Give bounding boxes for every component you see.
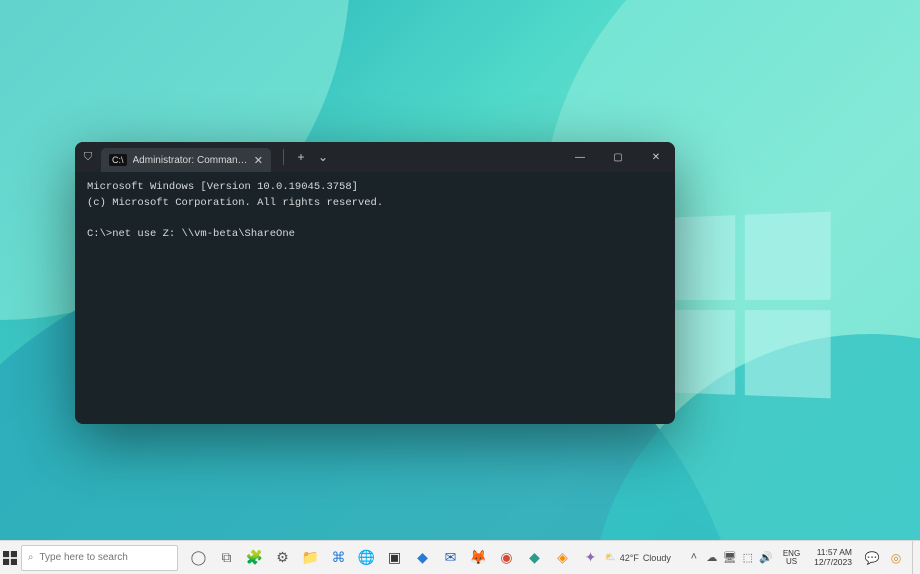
- search-input[interactable]: [39, 552, 171, 563]
- terminal-line: C:\>net use Z: \\vm-beta\ShareOne: [87, 228, 295, 240]
- tab-title: Administrator: Command Pron: [133, 155, 248, 166]
- taskbar-app-firefox[interactable]: 🦊: [464, 541, 492, 574]
- shield-icon: ⛉: [75, 151, 101, 164]
- notification-button[interactable]: 💬: [862, 551, 882, 565]
- system-tray: ⛅ 42°F Cloudy ˄☁🖥⬚🔊 ENG US 11:57 AM 12/7…: [604, 541, 920, 574]
- terminal-output[interactable]: Microsoft Windows [Version 10.0.19045.37…: [75, 172, 675, 424]
- tray-volume[interactable]: 🔊: [757, 551, 775, 564]
- clock-date: 12/7/2023: [814, 558, 852, 567]
- language-indicator[interactable]: ENG US: [783, 550, 800, 566]
- lang-line2: US: [783, 558, 800, 566]
- show-desktop-button[interactable]: [912, 541, 918, 574]
- taskbar-app-app-c[interactable]: ✦: [576, 541, 604, 574]
- tab-dropdown-button[interactable]: ⌄: [312, 150, 334, 164]
- search-box[interactable]: ⌕: [21, 545, 179, 571]
- close-button[interactable]: ✕: [637, 142, 675, 172]
- terminal-window: ⛉ C:\ Administrator: Command Pron ✕ + ⌄ …: [75, 142, 675, 424]
- windows-logo: [656, 212, 831, 399]
- taskbar-app-cortana[interactable]: ◯: [184, 541, 212, 574]
- taskbar-app-vscode[interactable]: ⌘: [324, 541, 352, 574]
- taskbar-app-task-view[interactable]: ⧉: [212, 541, 240, 574]
- tray-overflow[interactable]: ˄: [685, 551, 703, 564]
- taskbar-app-file-explorer[interactable]: 📁: [296, 541, 324, 574]
- taskbar-app-vscode-alt[interactable]: ◆: [408, 541, 436, 574]
- maximize-button[interactable]: ▢: [599, 142, 637, 172]
- taskbar-app-app-b[interactable]: ◈: [548, 541, 576, 574]
- weather-icon: ⛅: [604, 552, 615, 563]
- titlebar[interactable]: ⛉ C:\ Administrator: Command Pron ✕ + ⌄ …: [75, 142, 675, 172]
- clock[interactable]: 11:57 AM 12/7/2023: [814, 548, 852, 567]
- terminal-tab[interactable]: C:\ Administrator: Command Pron ✕: [101, 148, 271, 172]
- minimize-button[interactable]: —: [561, 142, 599, 172]
- copilot-button[interactable]: ◎: [886, 551, 906, 565]
- tray-cloud[interactable]: ☁: [703, 551, 721, 564]
- taskbar-app-terminal[interactable]: ▣: [380, 541, 408, 574]
- tray-screen[interactable]: 🖥: [721, 551, 739, 564]
- windows-icon: [3, 551, 17, 565]
- weather-temp: 42°F: [620, 553, 639, 563]
- taskbar-app-app-misc[interactable]: 🧩: [240, 541, 268, 574]
- cmd-icon: C:\: [109, 154, 127, 166]
- taskbar-app-chrome[interactable]: ◉: [492, 541, 520, 574]
- taskbar: ⌕ ◯⧉🧩⚙📁⌘🌐▣◆✉🦊◉◆◈✦ ⛅ 42°F Cloudy ˄☁🖥⬚🔊 EN…: [0, 540, 920, 574]
- terminal-line: (c) Microsoft Corporation. All rights re…: [87, 197, 383, 209]
- tray-network[interactable]: ⬚: [739, 551, 757, 564]
- search-icon: ⌕: [28, 552, 34, 563]
- desktop: ⛉ C:\ Administrator: Command Pron ✕ + ⌄ …: [0, 0, 920, 574]
- weather-cond: Cloudy: [643, 553, 671, 563]
- tab-divider: [283, 149, 284, 165]
- new-tab-button[interactable]: +: [290, 150, 312, 164]
- taskbar-app-edge[interactable]: 🌐: [352, 541, 380, 574]
- start-button[interactable]: [0, 541, 21, 574]
- terminal-line: Microsoft Windows [Version 10.0.19045.37…: [87, 181, 358, 193]
- taskbar-app-app-a[interactable]: ◆: [520, 541, 548, 574]
- taskbar-app-settings[interactable]: ⚙: [268, 541, 296, 574]
- tab-close-button[interactable]: ✕: [254, 154, 263, 167]
- weather-widget[interactable]: ⛅ 42°F Cloudy: [604, 552, 670, 563]
- taskbar-apps: ◯⧉🧩⚙📁⌘🌐▣◆✉🦊◉◆◈✦: [184, 541, 604, 574]
- taskbar-app-outlook[interactable]: ✉: [436, 541, 464, 574]
